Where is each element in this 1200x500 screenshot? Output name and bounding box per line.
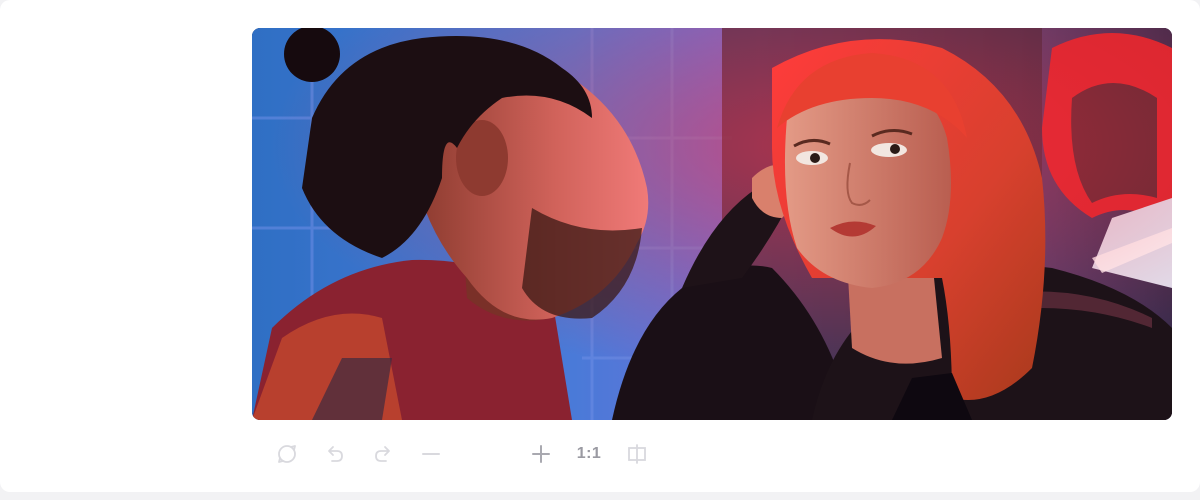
- original-size-button[interactable]: 1:1: [572, 437, 606, 471]
- redo-icon: [375, 446, 390, 462]
- undo-button[interactable]: [318, 437, 352, 471]
- reset-icon: [278, 445, 296, 463]
- zoom-out-icon: [422, 453, 440, 455]
- preview-photo: [252, 28, 1172, 420]
- image-viewer-card: 1:1: [0, 0, 1200, 492]
- ratio-label: 1:1: [576, 445, 602, 462]
- viewer-toolbar: 1:1: [270, 436, 668, 472]
- undo-icon: [328, 446, 343, 462]
- preview-image[interactable]: [252, 28, 1172, 420]
- redo-button[interactable]: [366, 437, 400, 471]
- zoom-in-icon: [532, 445, 550, 463]
- reset-button[interactable]: [270, 437, 304, 471]
- zoom-level-readout: [462, 437, 510, 471]
- compare-icon: [628, 444, 646, 464]
- compare-button[interactable]: [620, 437, 654, 471]
- zoom-in-button[interactable]: [524, 437, 558, 471]
- zoom-out-button[interactable]: [414, 437, 448, 471]
